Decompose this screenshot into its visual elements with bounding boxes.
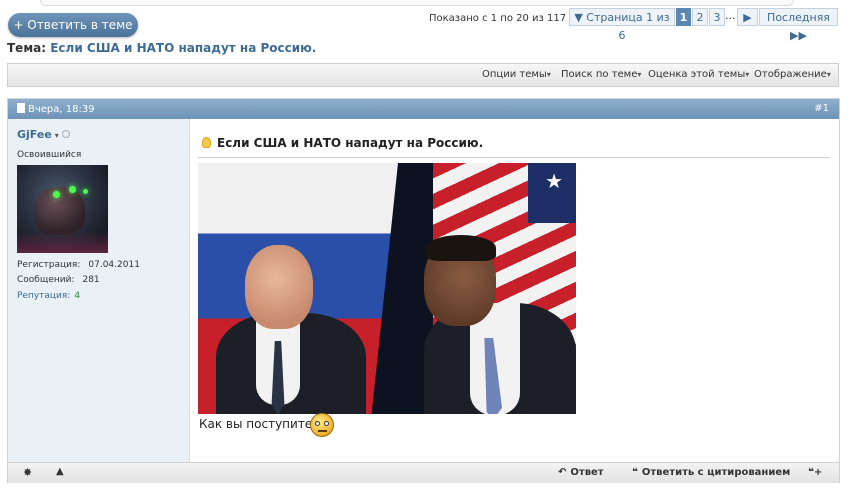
- registration-date: 07.04.2011: [88, 260, 140, 270]
- reputation-label[interactable]: Репутация:: [17, 291, 70, 301]
- thread-title[interactable]: Если США и НАТО нападут на Россию.: [50, 41, 316, 55]
- rate-thread-menu[interactable]: Оценка этой темы▾: [648, 69, 749, 80]
- reply-in-thread-button[interactable]: + Ответить в теме: [8, 13, 138, 37]
- report-warning-icon[interactable]: ▲: [56, 466, 64, 477]
- title-divider: [198, 157, 830, 158]
- avatar[interactable]: [17, 165, 108, 253]
- page-2-link[interactable]: 2: [692, 8, 708, 26]
- next-page-link[interactable]: ▶: [737, 8, 758, 26]
- reply-label: Ответ: [570, 467, 604, 478]
- post-content: Если США и НАТО нападут на Россию. ★ Как…: [198, 119, 830, 462]
- left-person-face: [245, 245, 313, 329]
- chevron-down-icon[interactable]: ▾: [55, 131, 59, 140]
- pagination-ellipsis: ...: [725, 9, 736, 22]
- thread-options-menu[interactable]: Опции темы▾: [482, 69, 551, 80]
- top-decoration: [40, 0, 794, 6]
- reply-with-quote-button[interactable]: ❝ Ответить с цитированием: [632, 467, 790, 478]
- document-icon: [17, 103, 25, 113]
- display-mode-menu[interactable]: Отображение▾: [754, 69, 831, 80]
- quote-icon: ❝: [632, 467, 638, 478]
- post-container: Вчера, 18:39 #1 GjFee ▾ Освоившийся Регис…: [7, 98, 840, 483]
- display-mode-label: Отображение: [754, 69, 827, 80]
- registration-info: Регистрация: 07.04.2011: [17, 260, 140, 270]
- user-info-column: GjFee ▾ Освоившийся Регистрация: 07.04.201…: [8, 119, 190, 462]
- post-header: Вчера, 18:39 #1: [8, 99, 839, 119]
- thread-options-label: Опции темы: [482, 69, 547, 80]
- post-number-link[interactable]: #1: [814, 103, 829, 114]
- chevron-down-icon: ▾: [637, 70, 642, 79]
- registration-label: Регистрация:: [17, 260, 81, 270]
- user-title: Освоившийся: [17, 150, 82, 160]
- results-count: Показано с 1 по 20 из 117: [429, 13, 567, 24]
- reputation-value: 4: [74, 291, 81, 301]
- post-footer: ✸ ▲ ↶ Ответ ❝ Ответить с цитированием ❝+: [8, 462, 839, 483]
- username-link[interactable]: GjFee: [17, 128, 52, 141]
- post-title: Если США и НАТО нападут на Россию.: [202, 136, 483, 150]
- smiley-mouth: [318, 430, 327, 432]
- username-block[interactable]: GjFee ▾: [17, 128, 70, 141]
- messages-count: 281: [82, 275, 100, 285]
- confused-smiley-icon: [310, 413, 334, 437]
- avatar-helmet: [35, 187, 85, 235]
- offline-status-icon: [61, 130, 70, 138]
- post-caption: Как вы поступите.: [199, 417, 317, 431]
- page-3-link[interactable]: 3: [709, 8, 725, 26]
- thread-toolbar: Опции темы▾ Поиск по теме▾ Оценка этой т…: [7, 63, 839, 87]
- messages-label: Сообщений:: [17, 275, 75, 285]
- avatar-eye-left: [53, 191, 60, 198]
- chevron-down-icon: ▾: [546, 70, 551, 79]
- page-1-link[interactable]: 1: [676, 8, 691, 26]
- reply-arrow-icon: ↶: [558, 467, 567, 478]
- lightbulb-icon: [202, 137, 211, 148]
- reputation-info: Репутация: 4: [17, 291, 80, 301]
- avatar-glow: [17, 231, 108, 253]
- star-icon: ★: [545, 169, 563, 193]
- post-image[interactable]: ★: [198, 163, 576, 414]
- post-title-text: Если США и НАТО нападут на Россию.: [217, 136, 484, 150]
- chevron-down-icon: ▾: [826, 70, 831, 79]
- chevron-down-icon: ▾: [745, 70, 750, 79]
- thread-title-line: Тема: Если США и НАТО нападут на Россию.: [7, 41, 316, 55]
- page-jump-dropdown[interactable]: ▼ Страница 1 из 6: [569, 8, 675, 42]
- avatar-eye-extra: [83, 189, 88, 194]
- reply-button[interactable]: ↶ Ответ: [558, 467, 604, 478]
- right-person-hair: [426, 235, 496, 261]
- star-icon[interactable]: ✸: [23, 466, 32, 479]
- post-date: Вчера, 18:39: [17, 103, 95, 115]
- avatar-eye-right: [69, 186, 76, 193]
- multi-quote-button[interactable]: ❝+: [808, 467, 822, 478]
- thread-label: Тема:: [7, 41, 47, 55]
- smiley-eye-left: [315, 421, 320, 426]
- thread-search-label: Поиск по теме: [561, 69, 638, 80]
- smiley-eye-right: [324, 421, 329, 426]
- last-page-link[interactable]: Последняя ▶▶: [759, 8, 838, 42]
- rate-thread-label: Оценка этой темы: [648, 69, 746, 80]
- post-date-text: Вчера, 18:39: [28, 104, 95, 115]
- messages-info: Сообщений: 281: [17, 275, 100, 285]
- reply-with-quote-label: Ответить с цитированием: [641, 467, 791, 478]
- thread-search-menu[interactable]: Поиск по теме▾: [561, 69, 641, 80]
